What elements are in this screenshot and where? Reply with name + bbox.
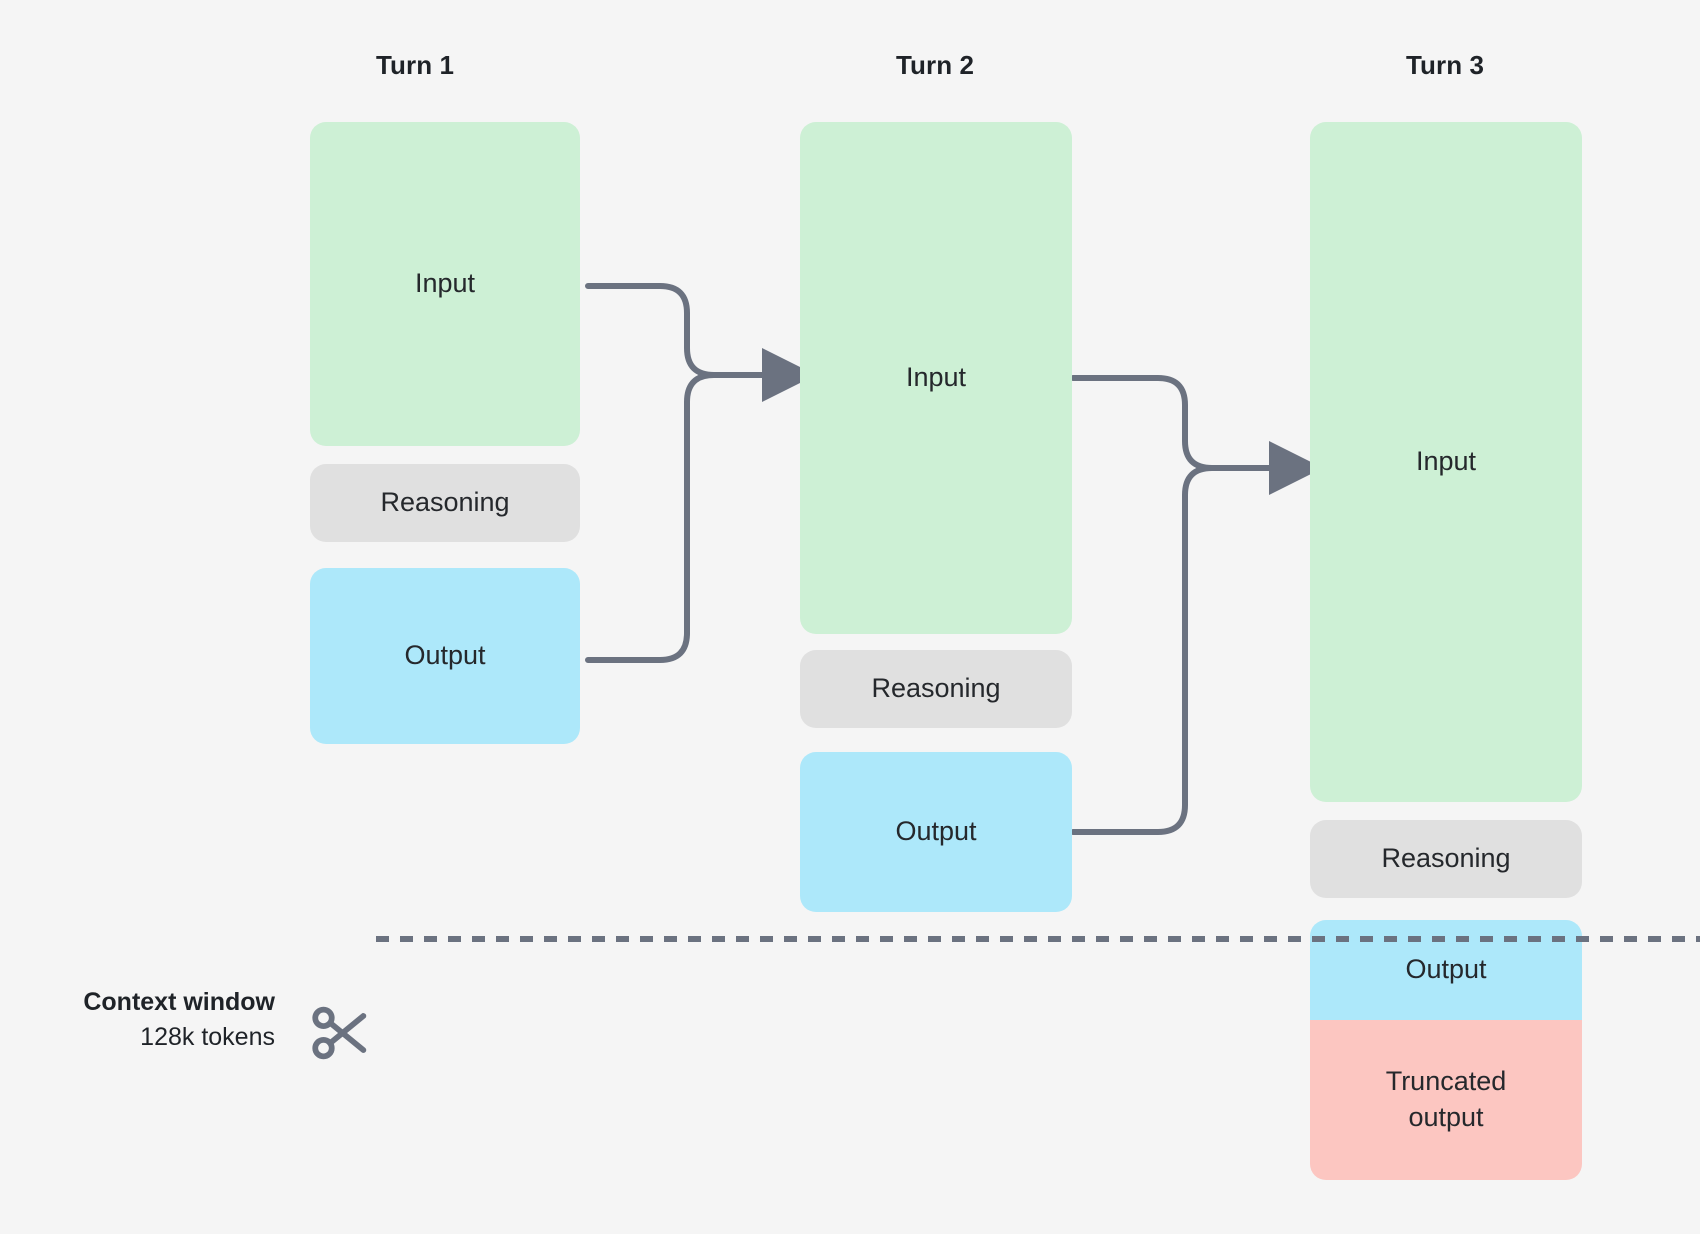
turn-1-reasoning-block: Reasoning xyxy=(310,464,580,542)
block-label: Output xyxy=(1405,954,1487,985)
diagram-canvas: Turn 1 Turn 2 Turn 3 Input Reasoning Out… xyxy=(0,0,1700,1234)
context-window-label: Context window 128k tokens xyxy=(10,988,275,1052)
column-title-turn-3: Turn 3 xyxy=(1405,50,1485,80)
turn-3-truncated-output-block: Truncated output xyxy=(1310,1020,1582,1180)
context-window-title: Context window xyxy=(83,988,275,1016)
block-label: Input xyxy=(1415,446,1477,477)
connector-turn1-input xyxy=(585,283,717,378)
column-title-turn-2: Turn 2 xyxy=(895,50,975,80)
turn-3-input-block: Input xyxy=(1310,122,1582,802)
block-label: Reasoning xyxy=(871,673,1001,704)
block-label: Output xyxy=(404,640,486,671)
block-label: Reasoning xyxy=(1381,843,1511,874)
connector-turn2-input xyxy=(1070,375,1215,471)
scissors-icon xyxy=(312,1006,367,1060)
connector-turn1-output xyxy=(585,372,717,663)
block-label: Reasoning xyxy=(380,487,510,518)
column-title-turn-1: Turn 1 xyxy=(375,50,455,80)
turn-1-output-block: Output xyxy=(310,568,580,744)
context-window-cut-line xyxy=(376,936,1700,942)
turn-2-input-block: Input xyxy=(800,122,1072,634)
context-window-subtitle: 128k tokens xyxy=(140,1023,275,1051)
connector-turn2-output xyxy=(1070,465,1215,835)
block-label: Input xyxy=(414,268,476,299)
turn-3-reasoning-block: Reasoning xyxy=(1310,820,1582,898)
block-label: Input xyxy=(905,362,967,393)
turn-2-reasoning-block: Reasoning xyxy=(800,650,1072,728)
turn-1-input-block: Input xyxy=(310,122,580,446)
turn-2-output-block: Output xyxy=(800,752,1072,912)
block-label: Truncated output xyxy=(1385,1066,1507,1132)
block-label: Output xyxy=(895,816,977,847)
